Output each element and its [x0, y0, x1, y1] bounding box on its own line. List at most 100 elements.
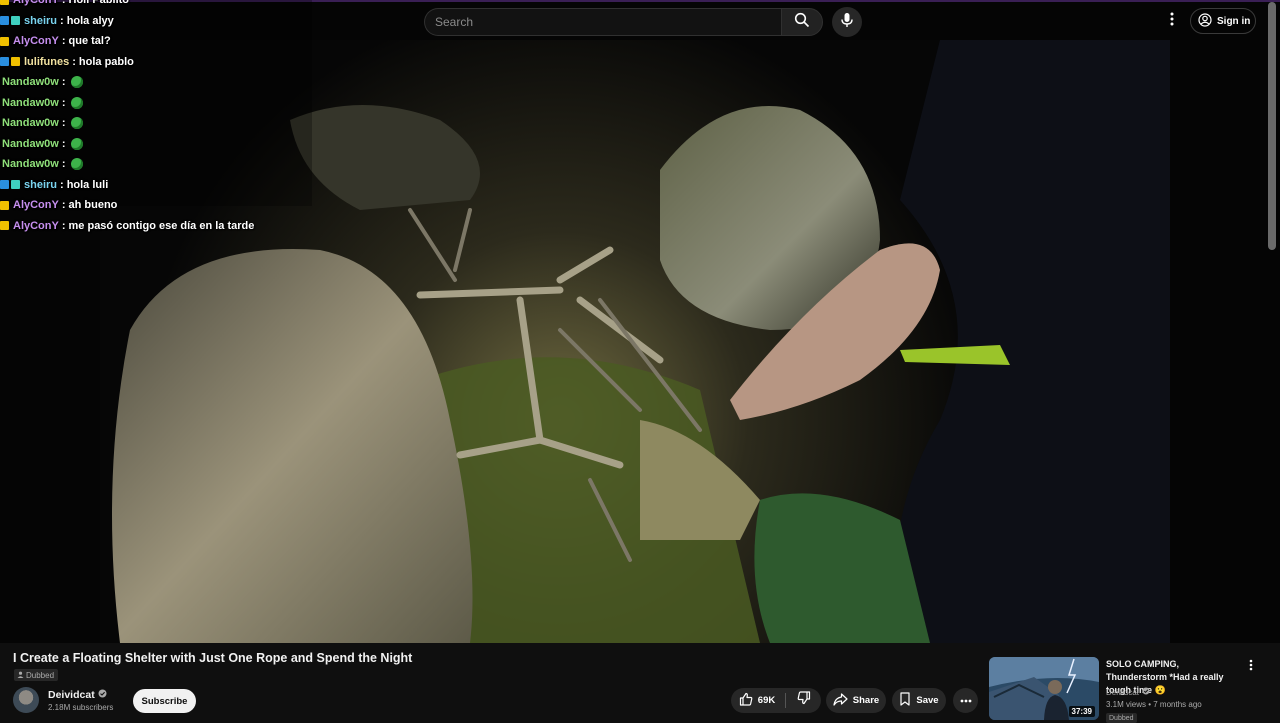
chat-separator: : [61, 96, 66, 109]
chat-separator: : [61, 0, 66, 7]
chat-text: que tal? [68, 35, 111, 48]
chat-text: hola pablo [78, 55, 134, 68]
page-scrollbar[interactable] [1268, 2, 1276, 250]
chat-message: Nandaw0w: [0, 93, 312, 114]
related-video-thumbnail[interactable]: 37:39 [989, 657, 1099, 720]
chat-emote-icon [70, 76, 83, 89]
chat-message: Nandaw0w: [0, 113, 312, 134]
chat-text: me pasó contigo ese día en la tarde [68, 219, 255, 232]
mic-icon [840, 12, 854, 33]
chat-emote-icon [70, 158, 83, 171]
chat-username: Nandaw0w [2, 117, 59, 130]
chat-badge-icon [11, 180, 20, 190]
chat-overlay: AlyConY: Holi Pablito sheiru: hola alyy AlyC… [0, 0, 312, 236]
dislike-button[interactable] [787, 688, 821, 713]
more-vert-icon [1249, 658, 1253, 676]
verified-icon [1142, 687, 1150, 697]
account-circle-icon [1198, 12, 1212, 30]
search-input[interactable] [425, 14, 757, 30]
chat-username: lulifunes [24, 55, 70, 68]
chat-separator: : [60, 14, 64, 27]
share-icon [833, 692, 848, 709]
chat-badge-icon [0, 200, 9, 210]
chat-badge-icon [0, 36, 9, 46]
search-icon [794, 12, 810, 33]
channel-name-text: Deividcat [48, 689, 95, 701]
share-button[interactable]: Share [826, 688, 886, 713]
subscriber-count: 2.18M subscribers [48, 703, 114, 712]
chat-badge-icon [0, 57, 9, 67]
related-channel-name: Deividcat [1106, 687, 1139, 697]
related-channel[interactable]: Deividcat [1106, 687, 1150, 697]
chat-username: Nandaw0w [2, 158, 59, 171]
chat-emote-icon [70, 137, 83, 150]
chat-separator: : [61, 35, 66, 48]
like-button[interactable]: 69K [731, 688, 783, 713]
voice-search-button[interactable] [832, 7, 862, 37]
chat-username: sheiru [24, 178, 58, 191]
thumb-down-icon [797, 691, 811, 710]
like-dislike-group: 69K [731, 688, 821, 713]
like-divider [785, 693, 786, 708]
chat-message: sheiru: hola luli [0, 175, 312, 196]
more-actions-button[interactable] [953, 688, 978, 713]
channel-name[interactable]: Deividcat [48, 689, 107, 701]
dubbed-label: Dubbed [26, 670, 55, 680]
chat-separator: : [61, 219, 66, 232]
sign-in-label: Sign in [1217, 15, 1251, 27]
chat-message: Nandaw0w: [0, 72, 312, 93]
more-vert-icon [1170, 12, 1174, 31]
chat-text: Holi Pablito [68, 0, 130, 7]
verified-icon [98, 689, 107, 701]
chat-text: hola luli [66, 178, 109, 191]
channel-avatar[interactable] [13, 687, 39, 713]
video-player[interactable]: AlyConY: Holi Pablito sheiru: hola alyy AlyC… [0, 0, 1280, 643]
save-label: Save [916, 695, 939, 706]
dubbed-badge: Dubbed [14, 669, 59, 681]
search-box[interactable] [424, 8, 781, 36]
thumb-up-icon [739, 692, 753, 709]
chat-badge-icon [0, 180, 9, 190]
chat-message: AlyConY: Holi Pablito [0, 0, 312, 11]
chat-username: AlyConY [13, 219, 59, 232]
bookmark-icon [899, 692, 911, 709]
search-button[interactable] [781, 8, 823, 36]
chat-badge-icon [11, 16, 20, 26]
chat-message: AlyConY: que tal? [0, 31, 312, 52]
chat-message: sheiru: hola alyy [0, 11, 312, 32]
chat-separator: : [61, 158, 66, 171]
save-button[interactable]: Save [892, 688, 946, 713]
chat-separator: : [60, 178, 64, 191]
chat-badge-icon [0, 16, 9, 26]
chat-username: Nandaw0w [2, 96, 59, 109]
related-video-menu[interactable] [1246, 658, 1256, 676]
chat-message: lulifunes: hola pablo [0, 52, 312, 73]
chat-username: AlyConY [13, 35, 59, 48]
audio-track-icon [17, 671, 24, 680]
chat-username: sheiru [24, 14, 58, 27]
chat-separator: : [61, 137, 66, 150]
like-count: 69K [757, 695, 776, 706]
chat-username: AlyConY [13, 0, 59, 7]
chat-text: ah bueno [68, 199, 118, 212]
chat-separator: : [72, 55, 76, 68]
more-horiz-icon [960, 695, 972, 706]
chat-badge-icon [0, 221, 9, 231]
subscribe-button[interactable]: Subscribe [133, 689, 196, 713]
chat-badge-icon [0, 0, 9, 5]
settings-menu-button[interactable] [1164, 12, 1180, 30]
chat-text: hola alyy [66, 14, 114, 27]
chat-emote-icon [70, 117, 83, 130]
chat-emote-icon [70, 96, 83, 109]
video-duration: 37:39 [1068, 706, 1095, 717]
chat-badge-icon [11, 57, 20, 67]
chat-separator: : [61, 76, 66, 89]
chat-message: Nandaw0w: [0, 154, 312, 175]
related-video-meta: 3.1M views • 7 months ago [1106, 700, 1202, 709]
sign-in-button[interactable]: Sign in [1190, 8, 1256, 34]
chat-messages: AlyConY: Holi Pablito sheiru: hola alyy AlyC… [0, 0, 312, 236]
related-dubbed-badge: Dubbed [1106, 713, 1137, 723]
chat-separator: : [61, 117, 66, 130]
chat-separator: : [61, 199, 66, 212]
video-title: I Create a Floating Shelter with Just On… [13, 651, 413, 665]
